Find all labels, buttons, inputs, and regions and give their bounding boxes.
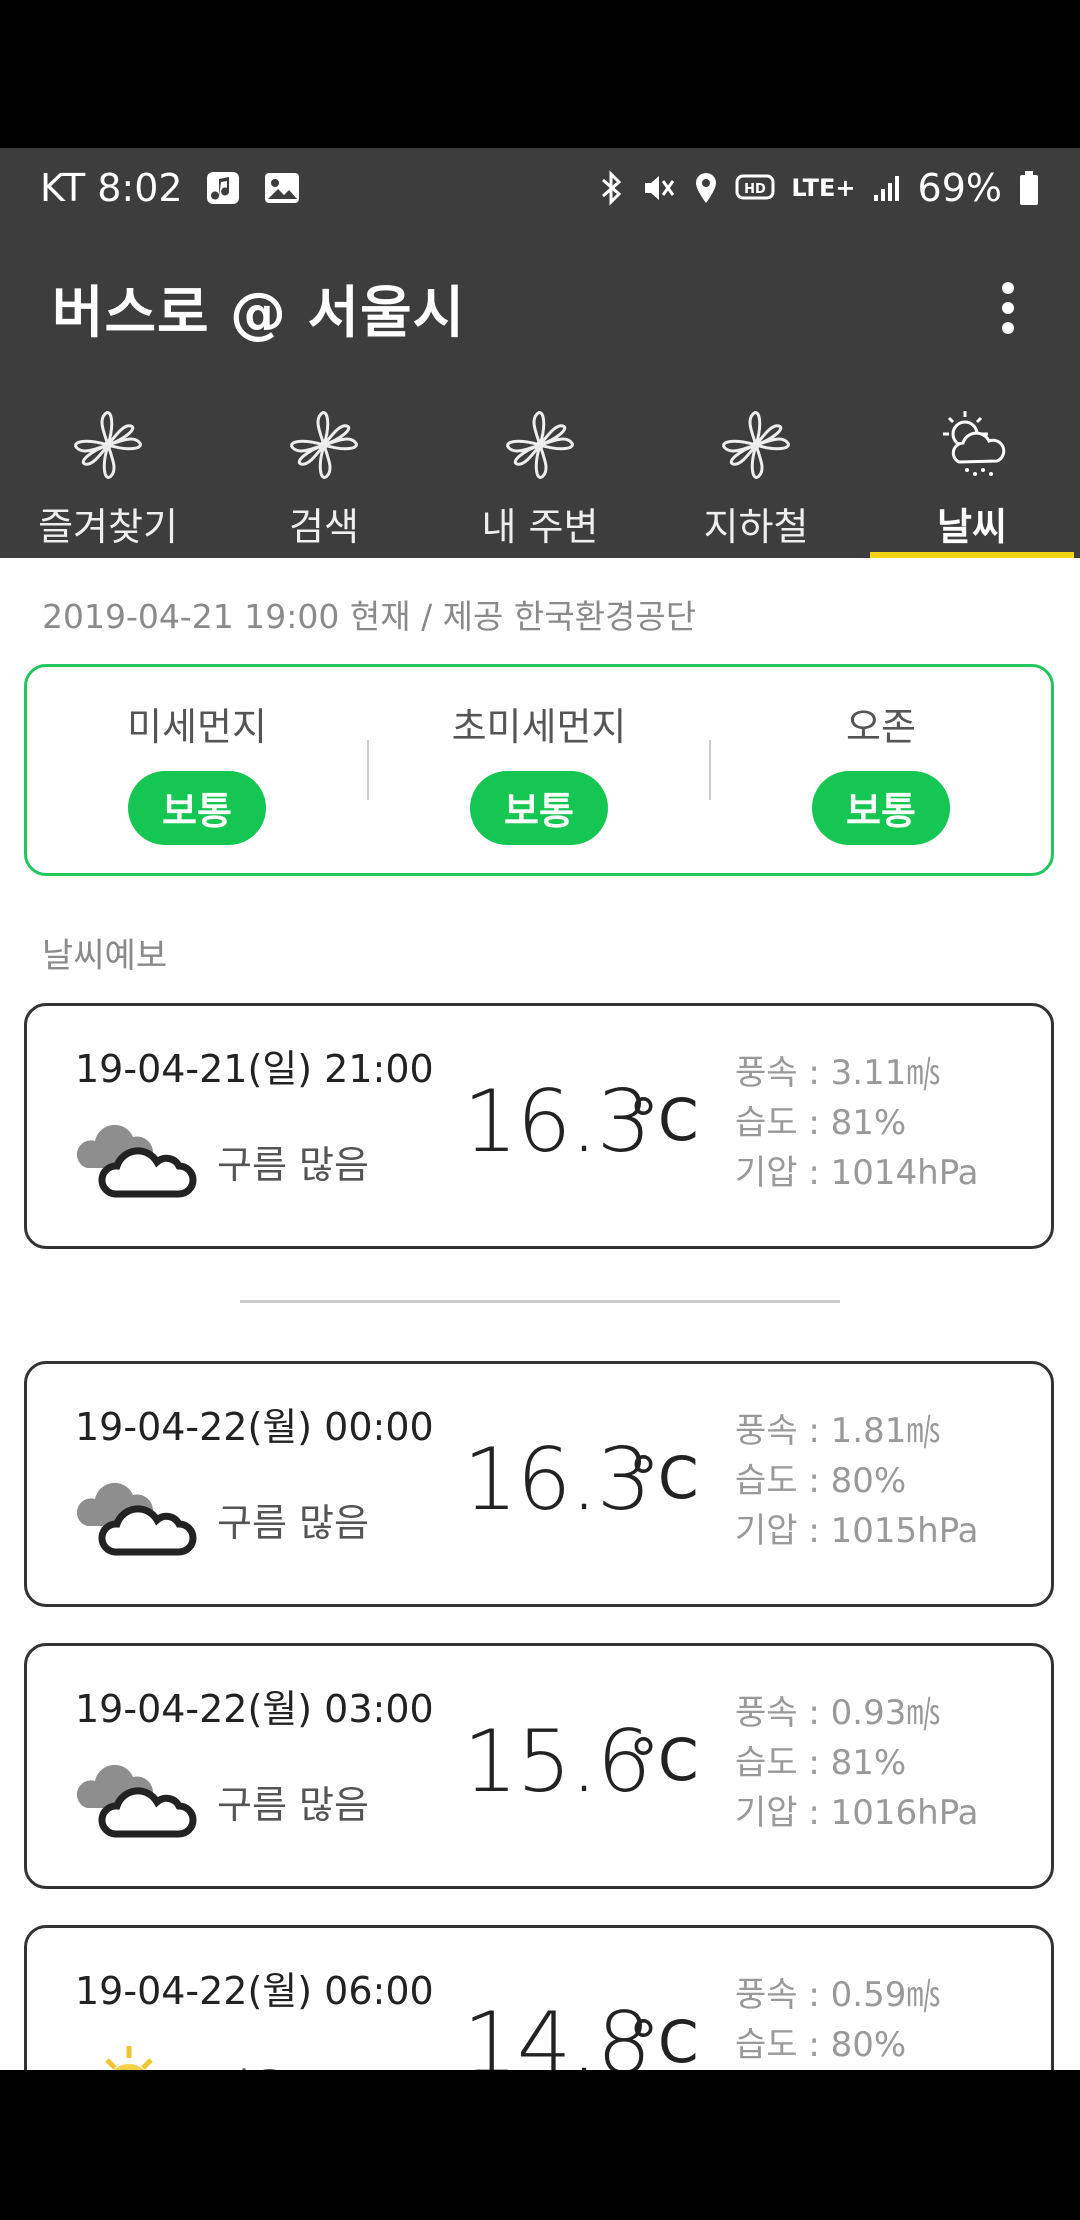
pinwheel-icon — [289, 400, 359, 490]
forecast-metrics: 풍속 : 3.11㎧ 습도 : 81% 기압 : 1014hPa — [735, 1048, 979, 1198]
temperature-unit: °C — [629, 1444, 699, 1512]
pinwheel-icon — [505, 400, 575, 490]
more-dot-icon — [1002, 302, 1014, 314]
tab-search[interactable]: 검색 — [216, 388, 432, 558]
cloudy-icon — [73, 1118, 197, 1202]
tab-nearby[interactable]: 내 주변 — [432, 388, 648, 558]
air-quality-name: 미세먼지 — [127, 704, 267, 749]
forecast-temperature: 16.3 — [463, 1072, 651, 1172]
forecast-condition: 구름 많음 — [217, 1501, 369, 1545]
wind-speed: 풍속 : 0.59㎧ — [735, 1975, 941, 2015]
air-quality-ultrafine-dust: 초미세먼지 보통 — [369, 696, 709, 845]
humidity: 습도 : 81% — [735, 1743, 907, 1783]
top-black-area — [0, 0, 1080, 148]
air-quality-name: 오존 — [846, 704, 916, 749]
forecast-datetime: 19-04-22(월) 00:00 — [75, 1405, 434, 1449]
forecast-temperature: 16.3 — [463, 1430, 651, 1530]
tab-label: 즐겨찾기 — [38, 505, 178, 549]
carrier-time: KT 8:02 — [40, 166, 183, 210]
forecast-condition: 맑음 — [217, 2056, 287, 2070]
wind-speed: 풍속 : 1.81㎧ — [735, 1411, 941, 1451]
wind-speed: 풍속 : 3.11㎧ — [735, 1053, 941, 1093]
gallery-notification-icon — [263, 171, 301, 205]
tab-subway[interactable]: 지하철 — [648, 388, 864, 558]
forecast-condition: 구름 많음 — [217, 1143, 369, 1187]
forecast-section-title: 날씨예보 — [42, 936, 168, 976]
more-options-button[interactable] — [988, 273, 1028, 343]
tab-label: 검색 — [289, 505, 359, 549]
air-quality-name: 초미세먼지 — [451, 704, 627, 749]
tab-favorites[interactable]: 즐겨찾기 — [0, 388, 216, 558]
forecast-condition: 구름 많음 — [217, 1783, 369, 1827]
pressure: 기압 : 1015hPa — [735, 1511, 979, 1551]
battery-icon — [1018, 170, 1040, 206]
forecast-card[interactable]: 19-04-21(일) 21:00 구름 많음 16.3 °C 풍속 : 3.1… — [24, 1003, 1054, 1249]
air-quality-info-text: 2019-04-21 19:00 현재 / 제공 한국환경공단 — [42, 597, 697, 636]
air-quality-badge: 보통 — [128, 770, 266, 845]
forecast-datetime: 19-04-22(월) 03:00 — [75, 1687, 434, 1731]
cloudy-icon — [73, 1476, 197, 1560]
tab-bar: 즐겨찾기 검색 내 주변 지하철 날씨 — [0, 388, 1080, 558]
location-icon — [693, 171, 719, 205]
forecast-card[interactable]: 19-04-22(월) 00:00 구름 많음 16.3 °C 풍속 : 1.8… — [24, 1361, 1054, 1607]
more-dot-icon — [1002, 322, 1014, 334]
air-quality-fine-dust: 미세먼지 보통 — [27, 696, 367, 845]
forecast-temperature: 14.8 — [463, 1994, 651, 2070]
status-bar: KT 8:02 HD LTE+ 69% — [0, 148, 1080, 228]
forecast-metrics: 풍속 : 0.93㎧ 습도 : 81% 기압 : 1016hPa — [735, 1688, 979, 1838]
humidity: 습도 : 80% — [735, 1461, 907, 1501]
forecast-metrics: 풍속 : 0.59㎧ 습도 : 80% — [735, 1970, 940, 2070]
forecast-datetime: 19-04-22(월) 06:00 — [75, 1969, 434, 2013]
pinwheel-icon — [721, 400, 791, 490]
svg-text:HD: HD — [744, 182, 766, 197]
tab-label: 지하철 — [703, 505, 809, 549]
cloudy-icon — [73, 1758, 197, 1842]
tab-label: 내 주변 — [481, 505, 599, 549]
mute-icon — [641, 171, 677, 205]
wind-speed: 풍속 : 0.93㎧ — [735, 1693, 941, 1733]
forecast-temperature: 15.6 — [463, 1712, 651, 1812]
air-quality-badge: 보통 — [470, 770, 608, 845]
temperature-unit: °C — [629, 1086, 699, 1154]
forecast-metrics: 풍속 : 1.81㎧ 습도 : 80% 기압 : 1015hPa — [735, 1406, 979, 1556]
bottom-black-area — [0, 2070, 1080, 2220]
tab-label: 날씨 — [937, 505, 1007, 549]
app-title: 버스로 @ 서울시 — [52, 280, 466, 346]
sunny-icon — [73, 2040, 197, 2070]
temperature-unit: °C — [629, 1726, 699, 1794]
day-divider — [240, 1300, 840, 1303]
tab-weather[interactable]: 날씨 — [864, 388, 1080, 558]
battery-percent: 69% — [917, 166, 1002, 210]
air-quality-badge: 보통 — [812, 770, 950, 845]
signal-icon — [872, 173, 902, 203]
air-quality-panel: 미세먼지 보통 초미세먼지 보통 오존 보통 — [24, 664, 1054, 876]
forecast-card[interactable]: 19-04-22(월) 03:00 구름 많음 15.6 °C 풍속 : 0.9… — [24, 1643, 1054, 1889]
hd-voice-icon: HD — [735, 173, 775, 203]
forecast-card[interactable]: 19-04-22(월) 06:00 맑음 14.8 °C 풍속 : 0.59㎧ … — [24, 1925, 1054, 2070]
humidity: 습도 : 80% — [735, 2025, 907, 2065]
forecast-datetime: 19-04-21(일) 21:00 — [75, 1047, 434, 1091]
network-type: LTE+ — [791, 174, 856, 202]
weather-content[interactable]: 2019-04-21 19:00 현재 / 제공 한국환경공단 미세먼지 보통 … — [0, 558, 1080, 2070]
pinwheel-icon — [73, 400, 143, 490]
sun-cloud-rain-icon — [933, 400, 1011, 490]
pressure: 기압 : 1014hPa — [735, 1153, 979, 1193]
app-bar: 버스로 @ 서울시 — [0, 228, 1080, 388]
air-quality-ozone: 오존 보통 — [711, 696, 1051, 845]
pressure: 기압 : 1016hPa — [735, 1793, 979, 1833]
temperature-unit: °C — [629, 2008, 699, 2070]
music-notification-icon — [205, 170, 241, 206]
more-dot-icon — [1002, 282, 1014, 294]
humidity: 습도 : 81% — [735, 1103, 907, 1143]
bluetooth-icon — [599, 170, 625, 206]
